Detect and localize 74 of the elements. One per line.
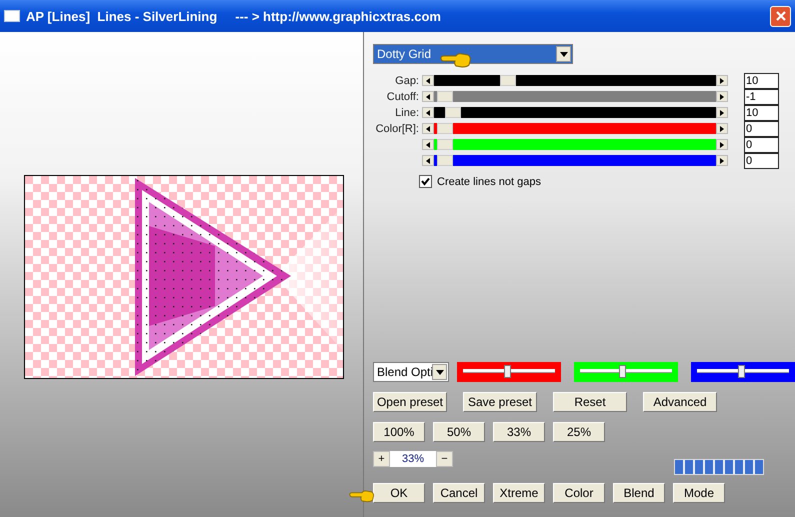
left-arrow-icon — [426, 78, 430, 84]
checkbox[interactable] — [419, 175, 432, 188]
button[interactable]: Cancel — [433, 483, 485, 503]
button[interactable]: Advanced — [643, 392, 717, 412]
right-arrow-icon — [720, 78, 724, 84]
scroll-right-button[interactable] — [716, 107, 728, 118]
right-arrow-icon — [720, 126, 724, 132]
button[interactable]: Blend — [613, 483, 665, 503]
close-button[interactable] — [770, 6, 791, 26]
value-field[interactable]: 10 — [744, 72, 779, 88]
slider-label: Line: — [394, 106, 419, 118]
window-title: AP [Lines] Lines - SilverLining --- > http://www.graphicxtras.com — [26, 8, 442, 24]
button[interactable]: Save preset — [463, 392, 537, 412]
scroll-right-button[interactable] — [716, 75, 728, 86]
button[interactable]: Mode — [673, 483, 725, 503]
slider-thumb[interactable] — [437, 139, 453, 150]
scroll-left-button[interactable] — [422, 75, 434, 86]
zoom-button[interactable]: 25% — [553, 422, 605, 442]
right-arrow-icon — [720, 94, 724, 100]
left-arrow-icon — [426, 142, 430, 148]
slider-thumb[interactable] — [437, 123, 453, 134]
blend-slider[interactable] — [457, 362, 561, 382]
scroll-right-button[interactable] — [716, 155, 728, 166]
right-arrow-icon — [720, 158, 724, 164]
button[interactable]: Open preset — [373, 392, 447, 412]
slider-label: Cutoff: — [386, 90, 419, 102]
slider-label: Color[R]: — [374, 122, 419, 134]
slider-thumb[interactable] — [500, 75, 516, 86]
slider-thumb[interactable] — [444, 107, 461, 118]
scroll-left-button[interactable] — [422, 139, 434, 150]
scroll-left-button[interactable] — [422, 91, 434, 102]
value-field[interactable]: 0 — [744, 120, 779, 136]
scroll-right-button[interactable] — [716, 139, 728, 150]
left-arrow-icon — [426, 126, 430, 132]
right-arrow-icon — [720, 110, 724, 116]
left-arrow-icon — [426, 94, 430, 100]
zoom-out-button[interactable]: − — [436, 451, 453, 467]
button[interactable]: Reset — [553, 392, 627, 412]
zoom-button[interactable]: 33% — [493, 422, 545, 442]
pointing-hand-icon — [349, 489, 375, 503]
slider-thumb[interactable] — [618, 365, 626, 378]
scroll-right-button[interactable] — [716, 123, 728, 134]
preset-dropdown[interactable]: Dotty Grid — [373, 44, 573, 64]
scroll-left-button[interactable] — [422, 107, 434, 118]
zoom-button[interactable]: 50% — [433, 422, 485, 442]
slider-thumb[interactable] — [437, 155, 453, 166]
scroll-right-button[interactable] — [716, 91, 728, 102]
value-field[interactable]: 0 — [744, 152, 779, 168]
value-field[interactable]: 0 — [744, 136, 779, 152]
right-arrow-icon — [720, 142, 724, 148]
blend-slider[interactable] — [691, 362, 795, 382]
value-field[interactable]: 10 — [744, 104, 779, 120]
slider-label: Gap: — [394, 74, 419, 86]
zoom-in-button[interactable]: + — [373, 451, 390, 467]
blend-slider[interactable] — [574, 362, 678, 382]
blend-dropdown[interactable]: Blend Opti — [373, 362, 449, 382]
scroll-left-button[interactable] — [422, 123, 434, 134]
close-icon — [774, 10, 786, 22]
scroll-left-button[interactable] — [422, 155, 434, 166]
window-icon — [4, 10, 20, 22]
zoom-button[interactable]: 100% — [373, 422, 425, 442]
pointing-hand-icon — [440, 52, 472, 68]
zoom-field[interactable]: 33% — [390, 451, 436, 467]
checkmark-icon — [421, 177, 430, 186]
slider-thumb[interactable] — [437, 91, 453, 102]
slider-thumb[interactable] — [738, 365, 745, 378]
checkbox-label: Create lines not gaps — [437, 176, 541, 188]
button[interactable]: Color — [553, 483, 605, 503]
value-field[interactable]: -1 — [744, 88, 779, 104]
left-arrow-icon — [426, 110, 430, 116]
button[interactable]: Xtreme — [493, 483, 545, 503]
left-arrow-icon — [426, 158, 430, 164]
slider-thumb[interactable] — [504, 365, 511, 378]
button[interactable]: OK — [373, 483, 425, 503]
